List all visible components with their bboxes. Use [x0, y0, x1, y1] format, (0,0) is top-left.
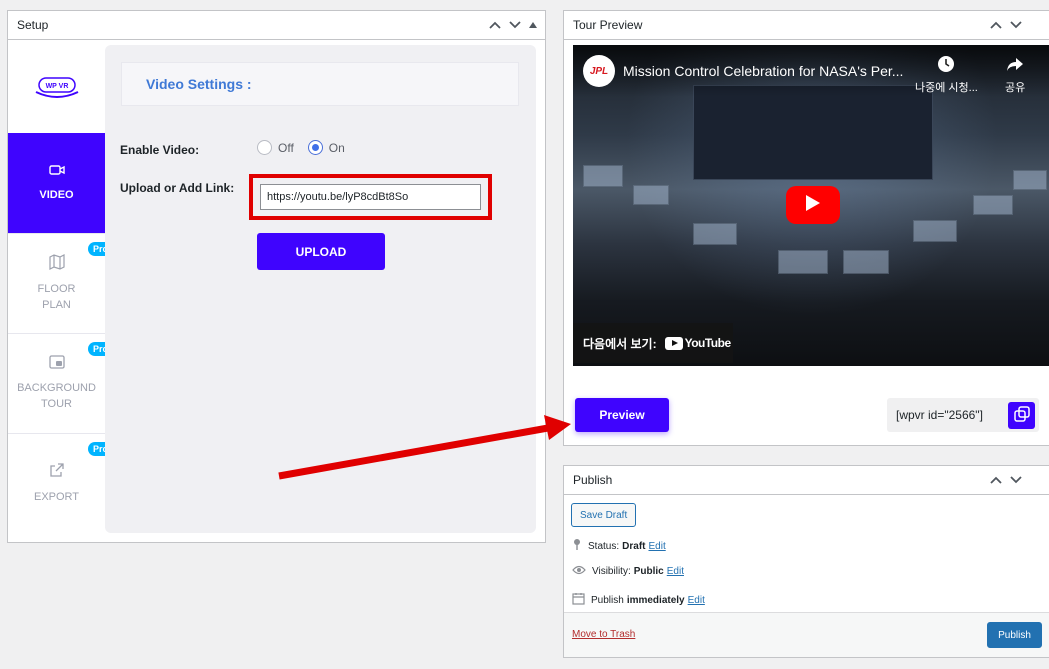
share-button[interactable]: 공유 — [1005, 55, 1025, 95]
shortcode-text: [wpvr id="2566"] — [896, 408, 983, 422]
setup-panel-header: Setup — [8, 11, 545, 40]
play-icon — [805, 194, 821, 217]
visibility-value: Public — [633, 566, 664, 577]
logo-text: WP VR — [45, 83, 68, 90]
move-down-icon[interactable] — [509, 21, 521, 29]
edit-status-link[interactable]: Edit — [648, 541, 665, 552]
on-label: On — [328, 140, 345, 155]
save-draft-button[interactable]: Save Draft — [571, 503, 637, 527]
upload-link-label: Upload or Add Link: — [120, 181, 235, 195]
map-icon — [48, 254, 65, 275]
off-label: Off — [278, 140, 294, 155]
publish-panel-title: Publish — [573, 473, 613, 487]
youtube-video-embed[interactable]: JPL Mission Control Celebration for NASA… — [573, 45, 1049, 366]
publish-panel-header: Publish — [564, 466, 1049, 495]
tour-preview-header: Tour Preview — [564, 11, 1049, 40]
wpvr-logo: WP VR — [8, 40, 105, 133]
enable-video-on-radio[interactable] — [307, 140, 323, 155]
copy-icon — [1013, 406, 1030, 425]
status-value: Draft — [622, 540, 646, 552]
edit-visibility-link[interactable]: Edit — [667, 566, 684, 577]
move-up-icon[interactable] — [990, 21, 1002, 29]
watch-later-label: 나중에 시청... — [915, 82, 978, 94]
setup-panel: Setup WP VR VIDEO Pro FLOOR PLAN Pro BAC… — [7, 10, 546, 543]
video-settings-heading: Video Settings : — [121, 62, 519, 106]
calendar-icon — [572, 592, 591, 608]
watch-later-button[interactable]: 나중에 시청... — [915, 55, 978, 95]
highlight-annotation-box — [249, 174, 492, 220]
move-up-icon[interactable] — [990, 476, 1002, 484]
move-to-trash-link[interactable]: Move to Trash — [572, 629, 635, 640]
shortcode-field[interactable]: [wpvr id="2566"] — [887, 398, 1039, 432]
enable-video-label: Enable Video: — [120, 143, 200, 157]
video-settings-panel: Video Settings : Enable Video: Off On Up… — [105, 45, 536, 533]
share-icon — [1006, 55, 1024, 79]
enable-video-off-radio[interactable] — [257, 140, 272, 155]
eye-icon — [572, 565, 592, 578]
publish-panel: Publish Save Draft Status: Draft Edit Vi… — [563, 465, 1049, 658]
watch-on-youtube-bar[interactable]: 다음에서 보기: YouTube — [573, 323, 733, 363]
copy-shortcode-button[interactable] — [1008, 402, 1035, 429]
nav-item-label: FLOOR PLAN — [37, 283, 76, 311]
publish-button[interactable]: Publish — [987, 622, 1042, 648]
share-label: 공유 — [1005, 82, 1026, 94]
move-down-icon[interactable] — [1010, 476, 1022, 484]
setup-panel-title: Setup — [17, 18, 49, 32]
video-title[interactable]: Mission Control Celebration for NASA's P… — [623, 63, 903, 79]
publish-label: Publish — [591, 594, 624, 606]
youtube-logo-icon: YouTube — [664, 336, 732, 350]
clock-icon — [937, 55, 955, 79]
nav-item-background-tour[interactable]: Pro BACKGROUND TOUR — [8, 333, 113, 433]
visibility-label: Visibility: — [592, 566, 631, 577]
nav-item-video[interactable]: VIDEO — [8, 133, 105, 233]
nav-item-floor-plan[interactable]: Pro FLOOR PLAN — [8, 233, 113, 333]
publish-footer: Move to Trash Publish — [564, 612, 1049, 657]
enable-video-radio-group: Off On — [257, 140, 345, 155]
collapse-toggle-icon[interactable] — [529, 22, 537, 28]
watch-on-label: 다음에서 보기: — [583, 336, 657, 351]
edit-publish-link[interactable]: Edit — [688, 595, 705, 606]
setup-side-nav: WP VR VIDEO Pro FLOOR PLAN Pro BACKGROUN… — [8, 40, 113, 542]
visibility-row: Visibility: Public Edit — [572, 565, 684, 578]
upload-button[interactable]: UPLOAD — [257, 233, 385, 270]
nav-item-export[interactable]: Pro EXPORT — [8, 433, 113, 533]
move-up-icon[interactable] — [489, 21, 501, 29]
youtube-logo-text: YouTube — [684, 336, 732, 350]
publish-value: immediately — [626, 594, 685, 606]
publish-schedule-row: Publish immediately Edit — [572, 592, 705, 608]
tour-preview-title: Tour Preview — [573, 18, 643, 32]
nav-item-label: BACKGROUND TOUR — [17, 382, 96, 410]
video-url-input[interactable] — [260, 184, 481, 210]
video-camera-icon — [48, 164, 65, 181]
picture-in-picture-icon — [48, 355, 65, 374]
move-down-icon[interactable] — [1010, 21, 1022, 29]
pin-icon — [572, 538, 588, 554]
status-row: Status: Draft Edit — [572, 538, 666, 554]
nav-item-label: EXPORT — [33, 491, 80, 503]
preview-button[interactable]: Preview — [575, 398, 669, 432]
channel-logo[interactable]: JPL — [583, 55, 615, 87]
tour-preview-panel: Tour Preview JPL Mission Control Celebra… — [563, 10, 1049, 446]
nav-item-label: VIDEO — [39, 188, 74, 201]
status-label: Status: — [588, 540, 620, 552]
export-icon — [49, 462, 65, 483]
play-button[interactable] — [786, 186, 840, 224]
